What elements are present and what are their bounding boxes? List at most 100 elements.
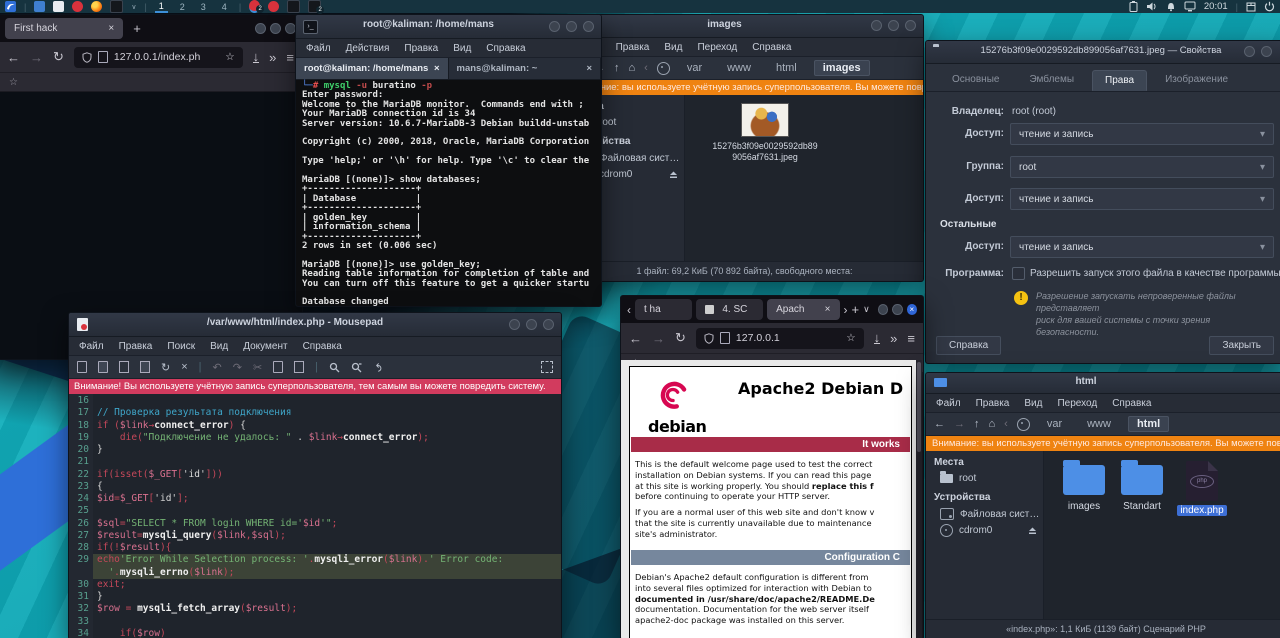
- undo-icon[interactable]: ↶: [213, 361, 222, 374]
- up-icon[interactable]: ↑: [614, 62, 620, 74]
- workspace-3[interactable]: 3: [197, 2, 210, 12]
- menu-help[interactable]: Справка: [1112, 398, 1151, 409]
- minimize-button[interactable]: [509, 319, 520, 330]
- terminal-launcher-icon[interactable]: [110, 0, 123, 13]
- eject-icon[interactable]: [1028, 526, 1037, 535]
- close-button[interactable]: [583, 21, 594, 32]
- tab-scroll-left-icon[interactable]: ‹: [627, 303, 631, 317]
- menu-edit[interactable]: Правка: [404, 43, 438, 54]
- image-file-item[interactable]: 15276b3f09e0029592db899056af7631.jpeg: [710, 103, 820, 162]
- path-button-html[interactable]: html: [768, 61, 805, 75]
- tab-permissions[interactable]: Права: [1092, 70, 1147, 91]
- forward-icon[interactable]: →: [652, 331, 665, 346]
- menu-icon[interactable]: ≡: [907, 331, 915, 346]
- path-button-var[interactable]: var: [1039, 417, 1070, 431]
- task-terminal-icon[interactable]: [287, 0, 300, 13]
- save-as-icon[interactable]: [140, 361, 150, 373]
- menu-search[interactable]: Поиск: [167, 341, 195, 352]
- tab-apache[interactable]: Apach ×: [767, 299, 839, 320]
- path-button-www[interactable]: www: [1079, 417, 1119, 431]
- maximize-button[interactable]: [526, 319, 537, 330]
- volume-icon[interactable]: [1146, 1, 1158, 12]
- reload-icon[interactable]: ↻: [675, 330, 686, 346]
- maximize-button[interactable]: [566, 21, 577, 32]
- new-tab-button[interactable]: +: [852, 302, 860, 317]
- menu-view[interactable]: Вид: [1024, 398, 1042, 409]
- menu-file[interactable]: Файл: [79, 341, 104, 352]
- reload-icon[interactable]: ↻: [161, 361, 170, 374]
- bookmark-star-icon[interactable]: ☆: [846, 332, 855, 344]
- save-icon[interactable]: [119, 361, 129, 373]
- close-button[interactable]: [905, 20, 916, 31]
- back-icon[interactable]: ←: [7, 50, 20, 65]
- help-button[interactable]: Справка: [936, 336, 1001, 355]
- minimize-button[interactable]: [878, 304, 888, 315]
- back-icon[interactable]: ←: [934, 418, 945, 430]
- folder-item-standart[interactable]: Standart: [1116, 465, 1168, 512]
- search-replace-icon[interactable]: [351, 362, 362, 373]
- power-icon[interactable]: [1264, 1, 1275, 12]
- tab-close-icon[interactable]: ×: [825, 304, 831, 315]
- clock[interactable]: 20:01: [1204, 1, 1228, 12]
- overflow-icon[interactable]: »: [890, 331, 897, 346]
- bookmark-icon[interactable]: ☆: [9, 77, 18, 88]
- menu-help[interactable]: Справка: [752, 42, 791, 53]
- new-document-icon[interactable]: [77, 361, 87, 373]
- forward-icon[interactable]: →: [30, 50, 43, 65]
- task-window-icon[interactable]: 2: [308, 0, 321, 13]
- menu-edit[interactable]: Правка: [976, 398, 1010, 409]
- cut-icon[interactable]: ✂: [253, 361, 262, 374]
- group-access-dropdown[interactable]: чтение и запись ▾: [1010, 188, 1274, 210]
- menu-document[interactable]: Документ: [243, 341, 287, 352]
- maximize-button[interactable]: [270, 23, 281, 34]
- minimize-button[interactable]: [255, 23, 266, 34]
- path-button-www[interactable]: www: [719, 61, 759, 75]
- editor-area[interactable]: 16 17 18 19 20 21 22 23 24 25 26 27 28 2…: [69, 394, 561, 638]
- file-view[interactable]: images Standart index.php: [1044, 451, 1280, 620]
- kali-menu-icon[interactable]: [5, 1, 16, 12]
- tab-image[interactable]: Изображение: [1153, 70, 1240, 91]
- sidebar-item-root[interactable]: root: [926, 471, 1043, 486]
- home-icon[interactable]: ⌂: [989, 418, 996, 430]
- menu-go[interactable]: Переход: [697, 42, 737, 53]
- path-button-images[interactable]: images: [814, 60, 870, 76]
- display-icon[interactable]: [1184, 1, 1196, 12]
- package-icon[interactable]: [1246, 1, 1256, 12]
- owner-access-dropdown[interactable]: чтение и запись ▾: [1010, 123, 1274, 145]
- menu-view[interactable]: Вид: [453, 43, 471, 54]
- menu-actions[interactable]: Действия: [346, 43, 390, 54]
- minimize-button[interactable]: [549, 21, 560, 32]
- terminal-output[interactable]: └─# mysql -u buratino -p Enter password:…: [296, 80, 601, 307]
- url-bar[interactable]: 127.0.0.1 ☆: [696, 328, 864, 349]
- close-file-icon[interactable]: ×: [181, 361, 187, 373]
- title-bar[interactable]: images: [566, 15, 923, 38]
- tab-list-chevron-icon[interactable]: ∨: [863, 304, 870, 315]
- menu-edit[interactable]: Правка: [119, 341, 153, 352]
- menu-view[interactable]: Вид: [210, 341, 228, 352]
- title-bar[interactable]: html: [926, 373, 1280, 394]
- title-bar[interactable]: /var/www/html/index.php - Mousepad: [69, 313, 561, 337]
- reload-icon[interactable]: ↻: [53, 49, 64, 65]
- paste-icon[interactable]: [294, 361, 304, 373]
- maximize-button[interactable]: [888, 20, 899, 31]
- menu-help[interactable]: Справка: [486, 43, 525, 54]
- back-icon[interactable]: ←: [629, 331, 642, 346]
- file-view[interactable]: 15276b3f09e0029592db899056af7631.jpeg: [685, 95, 923, 262]
- tab-emblems[interactable]: Эмблемы: [1017, 70, 1086, 91]
- close-button[interactable]: [1261, 46, 1272, 57]
- notification-bell-icon[interactable]: [1166, 1, 1176, 12]
- path-button-var[interactable]: var: [679, 61, 710, 75]
- firefox-launcher-icon[interactable]: [91, 1, 102, 12]
- clipboard-icon[interactable]: [1129, 1, 1138, 12]
- downloads-icon[interactable]: ↓: [874, 332, 881, 344]
- executable-checkbox[interactable]: [1012, 267, 1025, 280]
- terminal-tab-root[interactable]: root@kaliman: /home/mans ×: [296, 58, 449, 79]
- path-scroll-left-icon[interactable]: ‹: [644, 62, 648, 74]
- overflow-icon[interactable]: »: [269, 50, 276, 65]
- up-icon[interactable]: ↑: [974, 418, 980, 430]
- tab-first-hack-partial[interactable]: t ha: [635, 299, 692, 320]
- copy-icon[interactable]: [273, 361, 283, 373]
- files-launcher-icon[interactable]: [34, 1, 45, 12]
- search-icon[interactable]: [329, 362, 340, 373]
- workspace-2[interactable]: 2: [176, 2, 189, 12]
